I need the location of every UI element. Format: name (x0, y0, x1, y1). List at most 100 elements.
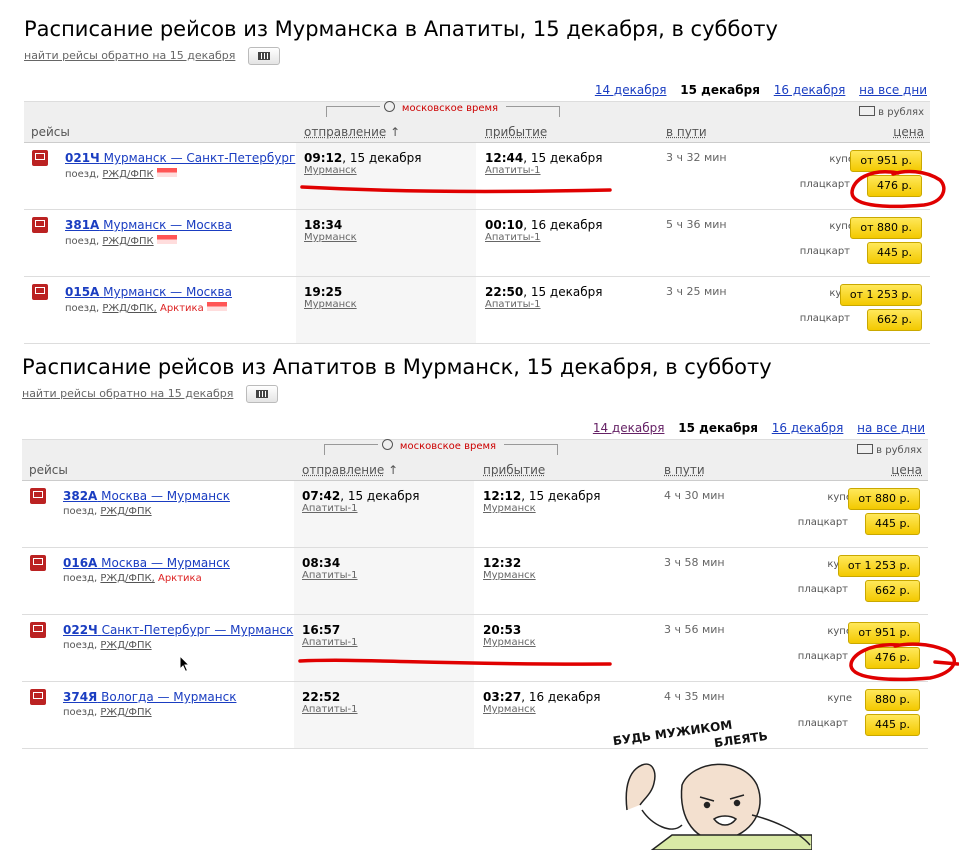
table-header: московское время в рублях рейсы отправле… (22, 439, 928, 481)
rubles-toggle[interactable]: в рублях (857, 444, 922, 456)
price-button-plats[interactable]: 662 р. (865, 580, 920, 602)
moscow-time-bracket: московское время (324, 439, 558, 455)
train-icon (30, 622, 46, 638)
flag-icon (206, 302, 227, 311)
train-title[interactable]: 022Ч Санкт-Петербург — Мурманск (63, 623, 293, 637)
arrival-time: 20:53 (483, 623, 522, 637)
class-label: плацкарт (799, 179, 850, 190)
rubles-toggle[interactable]: в рублях (859, 106, 924, 118)
schedule-table: московское время в рублях рейсы отправле… (22, 439, 928, 749)
date-next-link[interactable]: 16 декабря (774, 83, 846, 97)
col-duration[interactable]: в пути (666, 125, 707, 139)
price-button-plats[interactable]: 445 р. (865, 513, 920, 535)
duration: 3 ч 32 мин (666, 151, 727, 164)
price-button-kupe[interactable]: от 951 р. (850, 150, 922, 172)
duration: 4 ч 35 мин (664, 690, 725, 703)
arrival-station-link[interactable]: Апатиты-1 (485, 165, 541, 176)
carrier-link[interactable]: РЖД/ФПК (102, 236, 153, 247)
price-button-kupe[interactable]: от 880 р. (850, 217, 922, 239)
price-button-plats[interactable]: 445 р. (865, 714, 920, 736)
train-title[interactable]: 021Ч Мурманск — Санкт-Петербург (65, 151, 295, 165)
carrier-link[interactable]: РЖД/ФПК (100, 707, 151, 718)
col-departure[interactable]: отправление ↑ (302, 463, 398, 477)
clock-icon (383, 101, 395, 112)
money-icon (857, 444, 874, 454)
departure-station-link[interactable]: Апатиты-1 (302, 704, 358, 715)
return-trips-link[interactable]: найти рейсы обратно на 15 декабря (22, 387, 233, 400)
arrival-time: 03:27, 16 декабря (483, 690, 601, 704)
departure-station-link[interactable]: Мурманск (304, 299, 357, 310)
col-arrival[interactable]: прибытие (485, 125, 547, 139)
calendar-button[interactable] (246, 385, 278, 403)
duration: 3 ч 56 мин (664, 623, 725, 636)
train-info: поезд, РЖД/ФПК (63, 506, 152, 517)
carrier-link[interactable]: РЖД/ФПК, (100, 573, 154, 584)
departure-station-link[interactable]: Мурманск (304, 165, 357, 176)
departure-time: 08:34 (302, 556, 341, 570)
train-info: поезд, РЖД/ФПК (63, 640, 152, 651)
return-trips-link[interactable]: найти рейсы обратно на 15 декабря (24, 49, 235, 62)
arrival-station-link[interactable]: Мурманск (483, 570, 536, 581)
train-title[interactable]: 382А Москва — Мурманск (63, 489, 230, 503)
carrier-link[interactable]: РЖД/ФПК (100, 640, 151, 651)
price-button-kupe[interactable]: от 880 р. (848, 488, 920, 510)
col-arrival[interactable]: прибытие (483, 463, 545, 477)
train-title[interactable]: 381А Мурманск — Москва (65, 218, 232, 232)
train-icon (32, 217, 48, 233)
clock-icon (381, 439, 393, 450)
all-days-link[interactable]: на все дни (857, 421, 925, 435)
table-row: 015А Мурманск — Москва поезд, РЖД/ФПК, А… (24, 277, 930, 344)
carrier-link[interactable]: РЖД/ФПК (100, 506, 151, 517)
section-title: Расписание рейсов из Мурманска в Апатиты… (24, 17, 778, 41)
arrival-station-link[interactable]: Апатиты-1 (485, 232, 541, 243)
price-button-plats[interactable]: 476 р. (865, 647, 920, 669)
arrival-station-link[interactable]: Мурманск (483, 637, 536, 648)
price-button-plats[interactable]: 476 р. (867, 175, 922, 197)
carrier-link[interactable]: РЖД/ФПК, (102, 303, 156, 314)
departure-station-link[interactable]: Мурманск (304, 232, 357, 243)
date-current: 15 декабря (678, 421, 758, 435)
departure-time: 07:42, 15 декабря (302, 489, 420, 503)
col-trips: рейсы (31, 125, 70, 139)
arrival-station-link[interactable]: Апатиты-1 (485, 299, 541, 310)
calendar-icon (256, 390, 268, 398)
class-label: плацкарт (797, 584, 848, 595)
date-prev-link[interactable]: 14 декабря (595, 83, 667, 97)
train-title[interactable]: 015А Мурманск — Москва (65, 285, 232, 299)
col-price[interactable]: цена (891, 463, 922, 477)
departure-time: 09:12, 15 декабря (304, 151, 422, 165)
class-label: плацкарт (799, 246, 850, 257)
price-button-plats[interactable]: 662 р. (867, 309, 922, 331)
departure-station-link[interactable]: Апатиты-1 (302, 503, 358, 514)
departure-station-link[interactable]: Апатиты-1 (302, 637, 358, 648)
sort-arrow-icon: ↑ (390, 125, 401, 139)
duration: 5 ч 36 мин (666, 218, 727, 231)
train-icon (32, 284, 48, 300)
departure-station-link[interactable]: Апатиты-1 (302, 570, 358, 581)
col-departure[interactable]: отправление ↑ (304, 125, 400, 139)
duration: 3 ч 58 мин (664, 556, 725, 569)
price-button-kupe[interactable]: 880 р. (865, 689, 920, 711)
class-label: плацкарт (797, 517, 848, 528)
train-icon (30, 488, 46, 504)
calendar-button[interactable] (248, 47, 280, 65)
train-title[interactable]: 016А Москва — Мурманск (63, 556, 230, 570)
col-price[interactable]: цена (893, 125, 924, 139)
train-info: поезд, РЖД/ФПК (65, 168, 177, 180)
col-trips: рейсы (29, 463, 68, 477)
col-duration[interactable]: в пути (664, 463, 705, 477)
date-switcher: 14 декабря 15 декабря 16 декабря на все … (585, 83, 927, 97)
price-button-plats[interactable]: 445 р. (867, 242, 922, 264)
train-title[interactable]: 374Я Вологда — Мурманск (63, 690, 236, 704)
all-days-link[interactable]: на все дни (859, 83, 927, 97)
carrier-link[interactable]: РЖД/ФПК (102, 169, 153, 180)
date-next-link[interactable]: 16 декабря (772, 421, 844, 435)
arrival-station-link[interactable]: Мурманск (483, 503, 536, 514)
arrival-time: 12:32 (483, 556, 522, 570)
price-button-kupe[interactable]: от 1 253 р. (837, 555, 920, 577)
price-button-kupe[interactable]: от 1 253 р. (839, 284, 922, 306)
price-button-kupe[interactable]: от 951 р. (848, 622, 920, 644)
arrival-station-link[interactable]: Мурманск (483, 704, 536, 715)
date-prev-link[interactable]: 14 декабря (593, 421, 665, 435)
meme-image: БУДЬ МУЖИКОМ БЛЕЯТЬ (612, 715, 813, 851)
